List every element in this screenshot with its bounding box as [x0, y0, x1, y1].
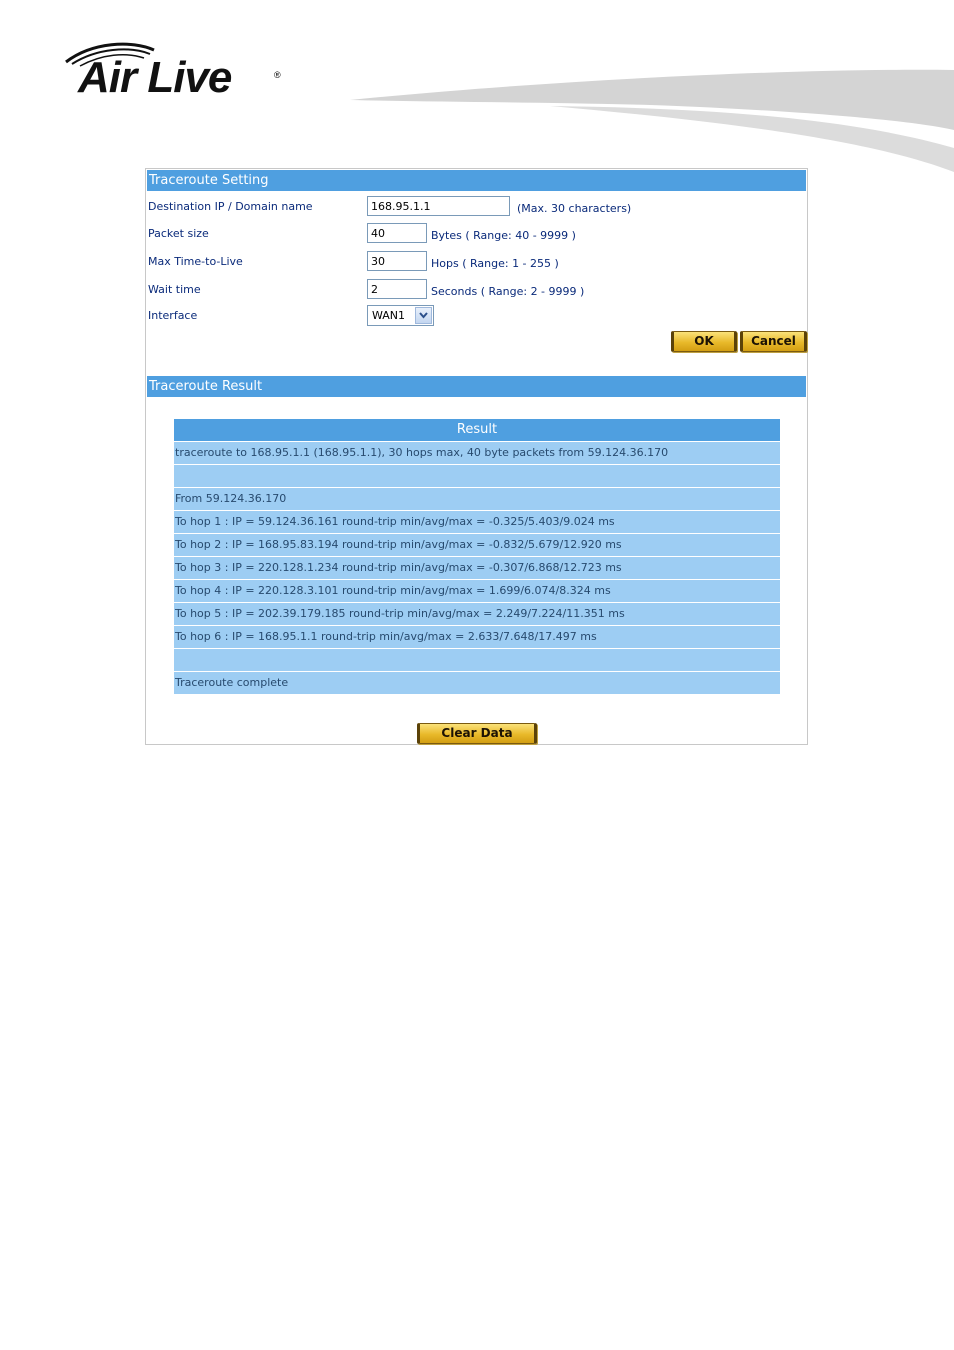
wait-time-label: Wait time	[148, 283, 201, 296]
destination-label: Destination IP / Domain name	[148, 200, 313, 213]
table-row: From 59.124.36.170	[174, 488, 780, 510]
traceroute-result-title: Traceroute Result	[147, 376, 806, 397]
airlive-logo: Air Live ®	[62, 40, 292, 110]
table-row: To hop 3 : IP = 220.128.1.234 round-trip…	[174, 557, 780, 579]
banner-swoosh-icon	[350, 69, 954, 172]
table-row: traceroute to 168.95.1.1 (168.95.1.1), 3…	[174, 442, 780, 464]
max-ttl-input[interactable]	[367, 251, 427, 271]
ok-button[interactable]: OK	[671, 331, 737, 352]
packet-size-input[interactable]	[367, 223, 427, 243]
table-row: To hop 5 : IP = 202.39.179.185 round-tri…	[174, 603, 780, 625]
result-header: Result	[174, 419, 780, 441]
table-row: Traceroute complete	[174, 672, 780, 694]
cancel-button[interactable]: Cancel	[740, 331, 807, 352]
interface-label: Interface	[148, 309, 198, 322]
max-ttl-hint: Hops ( Range: 1 - 255 )	[431, 257, 559, 270]
interface-select-value: WAN1	[372, 309, 406, 322]
wait-time-hint: Seconds ( Range: 2 - 9999 )	[431, 285, 585, 298]
table-row	[174, 649, 780, 671]
wait-time-input[interactable]	[367, 279, 427, 299]
packet-size-hint: Bytes ( Range: 40 - 9999 )	[431, 229, 576, 242]
table-row: To hop 1 : IP = 59.124.36.161 round-trip…	[174, 511, 780, 533]
destination-hint: (Max. 30 characters)	[517, 202, 632, 215]
destination-input[interactable]	[367, 196, 510, 216]
logo-registered-mark: ®	[274, 70, 281, 80]
clear-data-button[interactable]: Clear Data	[417, 723, 537, 744]
chevron-down-icon[interactable]	[415, 307, 432, 324]
table-row: To hop 6 : IP = 168.95.1.1 round-trip mi…	[174, 626, 780, 648]
result-table: Result traceroute to 168.95.1.1 (168.95.…	[174, 419, 780, 695]
table-row: To hop 2 : IP = 168.95.83.194 round-trip…	[174, 534, 780, 556]
traceroute-setting-title: Traceroute Setting	[147, 170, 806, 191]
max-ttl-label: Max Time-to-Live	[148, 255, 243, 268]
table-row: To hop 4 : IP = 220.128.3.101 round-trip…	[174, 580, 780, 602]
interface-select[interactable]: WAN1	[367, 305, 434, 326]
traceroute-panel: Traceroute Setting Destination IP / Doma…	[145, 168, 808, 745]
logo-text: Air Live	[78, 53, 232, 102]
table-row	[174, 465, 780, 487]
packet-size-label: Packet size	[148, 227, 209, 240]
